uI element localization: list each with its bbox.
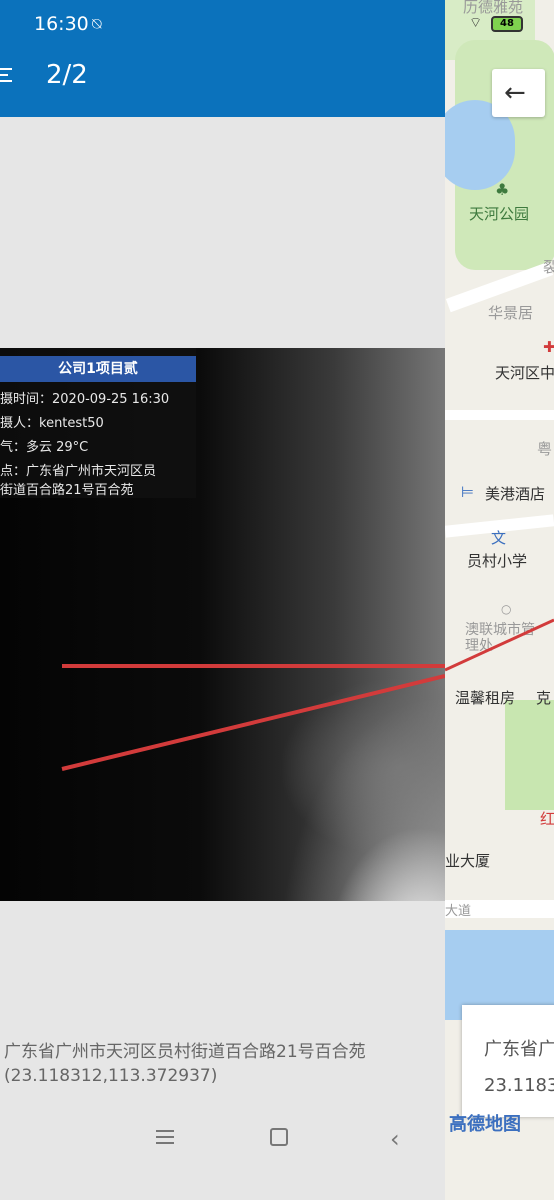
map-label-red: 红 [540, 810, 554, 828]
info-coords: 23.1183 [484, 1075, 554, 1096]
arrow-left-icon: ← [504, 78, 526, 108]
address-coordinates: (23.118312,113.372937) [4, 1066, 218, 1086]
system-nav-bar: ‹ [0, 1110, 445, 1200]
nav-back-icon[interactable]: ‹ [390, 1125, 400, 1153]
annotation-line-diagonal [61, 674, 445, 771]
map-logo: 高德地图 [449, 1114, 521, 1135]
alarm-off-icon: ⍉ [92, 14, 102, 33]
map-label-top: 历德雅苑 [463, 0, 524, 16]
route-line [445, 618, 554, 672]
photo-viewer: 16:30 ⍉ 2/2 公司1项目贰 摄时间：2020-09-25 16:30 … [0, 0, 445, 1200]
map-info-card[interactable]: 广东省广 23.1183 [462, 1005, 554, 1117]
school-icon: 文 [491, 529, 507, 547]
map-label-right3: 裂 [543, 258, 554, 276]
home-icon[interactable] [270, 1128, 288, 1146]
hotel-icon: ⊨ [461, 483, 475, 501]
map-label-rent: 温馨租房 [455, 689, 516, 707]
menu-icon[interactable] [156, 1130, 174, 1148]
site-photo[interactable]: 公司1项目贰 摄时间：2020-09-25 16:30 摄人：kentest50… [0, 348, 445, 901]
map-park-area [505, 700, 554, 810]
back-icon[interactable] [0, 62, 14, 86]
tree-icon: ♣ [495, 180, 510, 199]
map-label-road: 大道 [445, 904, 472, 919]
address-block: 广东省广州市天河区员村街道百合路21号百合苑 (23.118312,113.37… [4, 1040, 444, 1088]
map-road [445, 410, 554, 420]
map-label-right1: 克 [536, 689, 552, 707]
map-label-school: 员村小学 [467, 552, 528, 570]
map-panel[interactable]: ⌔ 48 历德雅苑 ♣ 天河公园 裂 华景居 ✚ 天河区中 粤 ⊨ 美港酒店 文… [445, 0, 554, 1200]
hospital-icon: ✚ [543, 338, 554, 356]
status-time: 16:30 [34, 13, 89, 35]
map-back-button[interactable]: ← [492, 69, 545, 117]
page-counter: 2/2 [46, 60, 88, 90]
info-address: 广东省广 [484, 1039, 554, 1060]
map-label-area: 华景居 [488, 304, 534, 322]
annotation-lines [61, 664, 445, 771]
map-label-right2: 粤 [537, 440, 553, 458]
map-label-hotel: 美港酒店 [485, 485, 546, 503]
battery-icon: 48 [491, 16, 523, 32]
address-text: 广东省广州市天河区员村街道百合路21号百合苑 [4, 1042, 366, 1062]
map-label-park: 天河公园 [469, 205, 530, 223]
map-label-hospital: 天河区中 [495, 364, 554, 382]
map-label-building: 业大厦 [445, 852, 491, 870]
app-header: 16:30 ⍉ 2/2 [0, 0, 445, 117]
